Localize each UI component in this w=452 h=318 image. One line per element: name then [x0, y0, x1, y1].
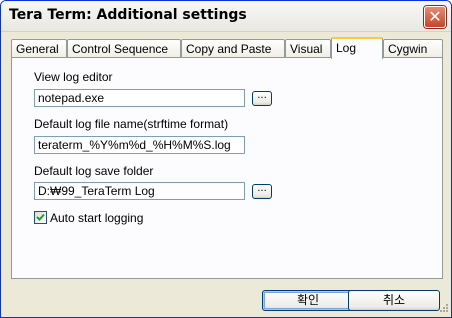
tab-visual[interactable]: Visual [285, 39, 331, 57]
checkmark-icon [36, 213, 45, 221]
tab-general[interactable]: General [11, 39, 67, 57]
tab-control-sequence[interactable]: Control Sequence [67, 39, 181, 57]
tab-copy-and-paste[interactable]: Copy and Paste [181, 39, 285, 57]
close-button[interactable]: ✕ [424, 6, 446, 28]
close-icon: ✕ [428, 7, 442, 26]
tab-log[interactable]: Log [331, 37, 383, 59]
auto-start-logging-label[interactable]: Auto start logging [50, 211, 143, 225]
view-log-editor-label: View log editor [34, 70, 113, 84]
browse-folder-button[interactable]: ... [252, 184, 272, 199]
browse-editor-button[interactable]: ... [252, 91, 272, 106]
window-title: Tera Term: Additional settings [9, 7, 247, 23]
ok-button[interactable]: 확인 [262, 290, 354, 311]
log-tab-panel: View log editor notepad.exe ... Default … [11, 57, 443, 279]
default-log-filename-input[interactable]: teraterm_%Y%m%d_%H%M%S.log [34, 136, 245, 154]
auto-start-logging-checkbox[interactable] [34, 211, 47, 224]
default-log-folder-input[interactable]: D:₩99_TeraTerm Log [34, 182, 245, 200]
resize-grip-icon[interactable] [437, 303, 449, 315]
view-log-editor-input[interactable]: notepad.exe [34, 89, 245, 107]
title-bar[interactable]: Tera Term: Additional settings ✕ [1, 1, 451, 32]
additional-settings-dialog: Tera Term: Additional settings ✕ General… [0, 0, 452, 318]
cancel-button[interactable]: 취소 [348, 290, 440, 311]
tab-strip: General Control Sequence Copy and Paste … [11, 37, 443, 59]
default-log-folder-label: Default log save folder [34, 164, 154, 178]
default-log-filename-label: Default log file name(strftime format) [34, 117, 229, 131]
tab-cygwin[interactable]: Cygwin [383, 39, 443, 57]
